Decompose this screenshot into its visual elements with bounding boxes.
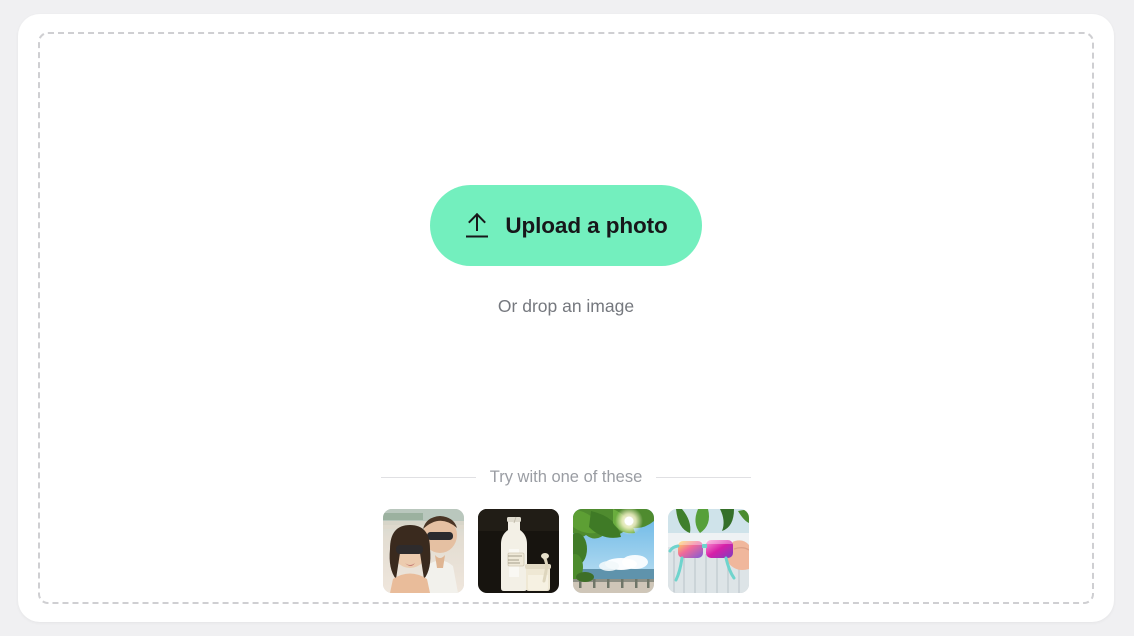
dropzone-drop-area[interactable]: Upload a photo Or drop an image Try with… <box>38 32 1094 604</box>
sample-thumbnail-sunglasses-on-ledge[interactable] <box>668 509 749 593</box>
milk-bottle-still-life-image <box>478 509 559 593</box>
upload-arrow-icon <box>466 212 489 237</box>
divider-line-right <box>656 477 752 478</box>
sample-images-section: Try with one of these <box>381 468 752 593</box>
sample-thumbnail-couple-selfie-sunglasses[interactable] <box>383 509 464 593</box>
sunglasses-on-ledge-image <box>668 509 749 593</box>
divider-line-left <box>381 477 476 478</box>
tropical-beach-palm-image <box>573 509 654 593</box>
sample-thumbnail-tropical-beach-palm[interactable] <box>573 509 654 593</box>
sample-thumbnail-milk-bottle-still-life[interactable] <box>478 509 559 593</box>
samples-title: Try with one of these <box>489 468 643 486</box>
upload-card: Upload a photo Or drop an image Try with… <box>18 14 1114 622</box>
drop-image-hint: Or drop an image <box>497 296 635 316</box>
samples-divider: Try with one of these <box>381 468 752 487</box>
upload-photo-button-label: Upload a photo <box>505 212 668 238</box>
sample-thumbnail-row <box>383 509 749 593</box>
couple-selfie-sunglasses-image <box>383 509 464 593</box>
upload-photo-button[interactable]: Upload a photo <box>430 185 702 266</box>
